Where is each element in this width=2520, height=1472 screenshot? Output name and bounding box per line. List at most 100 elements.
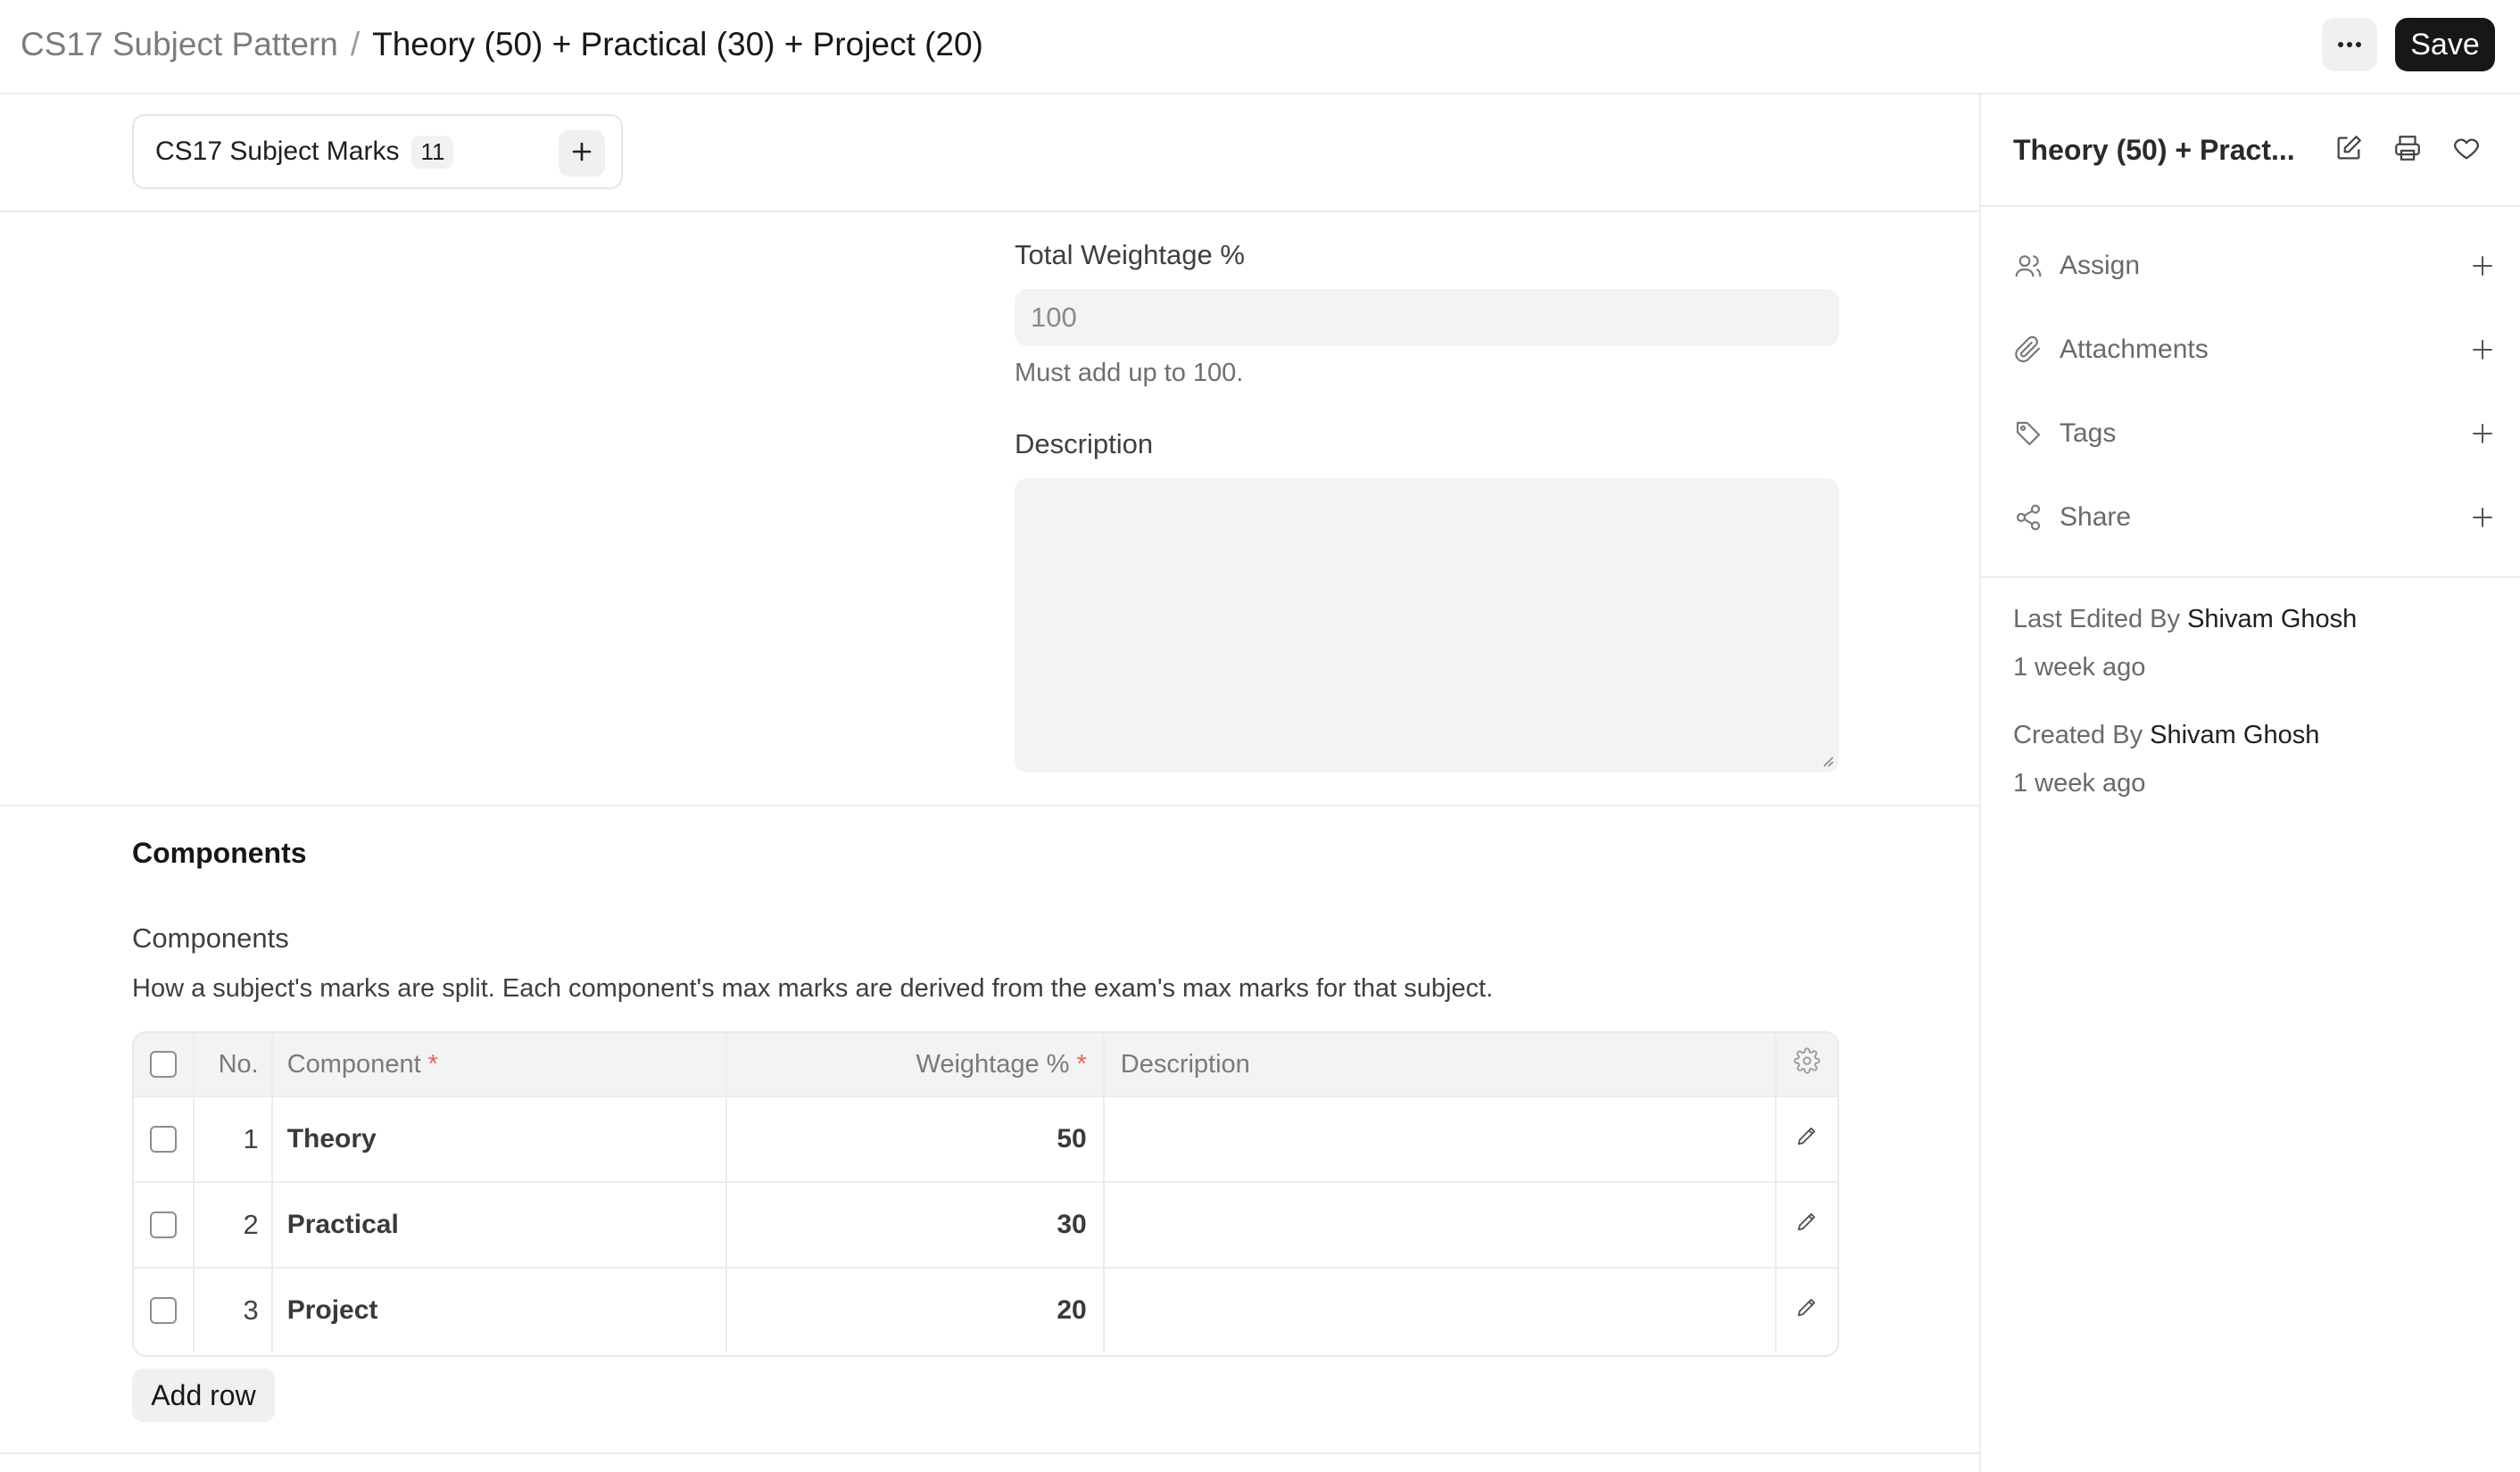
components-section-title: Components	[132, 837, 307, 869]
sidebar-item-label: Share	[2060, 502, 2132, 532]
ellipsis-icon	[2337, 37, 2362, 53]
sidebar-title: Theory (50) + Pract...	[2013, 134, 2295, 166]
description-cell[interactable]	[1105, 1269, 1778, 1352]
component-cell[interactable]: Theory	[273, 1097, 727, 1181]
component-cell[interactable]: Practical	[273, 1183, 727, 1267]
connection-count-badge: 11	[411, 135, 454, 169]
description-label: Description	[1015, 428, 1154, 459]
row-select-cell	[134, 1183, 195, 1267]
sidebar-item-assign[interactable]: Assign	[2013, 241, 2499, 291]
row-checkbox[interactable]	[149, 1212, 177, 1238]
last-edited-info: Last Edited By Shivam Ghosh	[2013, 605, 2357, 634]
row-select-cell	[134, 1097, 195, 1181]
users-icon	[2013, 251, 2043, 281]
last-edited-time: 1 week ago	[2013, 653, 2146, 682]
component-cell[interactable]: Project	[273, 1269, 727, 1352]
required-marker: *	[1076, 1049, 1087, 1079]
row-number: 2	[195, 1183, 273, 1267]
edit-icon	[2333, 133, 2364, 168]
total-weightage-help-text: Must add up to 100.	[1015, 359, 1244, 387]
page-title: Theory (50) + Practical (30) + Project (…	[372, 26, 983, 62]
connection-card[interactable]: CS17 Subject Marks 11	[132, 114, 623, 189]
description-cell[interactable]	[1105, 1097, 1778, 1181]
components-table-label: Components	[132, 922, 289, 954]
sidebar-divider	[1981, 576, 2520, 578]
row-checkbox[interactable]	[149, 1297, 177, 1324]
table-row[interactable]: 3 Project 20	[134, 1267, 1837, 1352]
printer-icon	[2392, 133, 2423, 168]
pencil-icon	[1795, 1123, 1820, 1155]
edit-title-button[interactable]	[2329, 130, 2368, 170]
weightage-cell[interactable]: 30	[727, 1183, 1105, 1267]
sidebar-item-label: Assign	[2060, 251, 2141, 280]
plus-icon	[570, 140, 593, 168]
sidebar: Theory (50) + Pract... Assign Attachment…	[1979, 95, 2520, 1472]
main-content: CS17 Subject Marks 11 Total Weightage % …	[0, 95, 1979, 1472]
breadcrumb-parent-link[interactable]: CS17 Subject Pattern	[21, 26, 338, 63]
gear-icon	[1794, 1047, 1820, 1081]
table-row[interactable]: 2 Practical 30	[134, 1181, 1837, 1267]
created-info: Created By Shivam Ghosh	[2013, 721, 2319, 750]
share-icon	[2013, 502, 2043, 533]
weightage-cell[interactable]: 20	[727, 1269, 1105, 1352]
created-time: 1 week ago	[2013, 769, 2146, 798]
sidebar-item-tags[interactable]: Tags	[2013, 409, 2499, 459]
tag-icon	[2013, 418, 2043, 449]
sidebar-item-share[interactable]: Share	[2013, 492, 2499, 542]
components-table-description: How a subject's marks are split. Each co…	[132, 974, 1494, 1003]
select-all-checkbox[interactable]	[149, 1051, 177, 1078]
weightage-cell[interactable]: 50	[727, 1097, 1105, 1181]
created-prefix: Created By	[2013, 721, 2143, 749]
total-weightage-input[interactable]: 100	[1015, 289, 1839, 346]
sidebar-divider	[1981, 205, 2520, 207]
section-divider	[0, 1452, 1979, 1454]
header-select-cell	[134, 1033, 195, 1096]
table-header-row: No. Component * Weightage % * Descriptio…	[134, 1033, 1837, 1096]
plus-icon[interactable]	[2466, 418, 2499, 450]
plus-icon[interactable]	[2466, 501, 2499, 533]
header-description[interactable]: Description	[1105, 1033, 1778, 1096]
edit-row-button[interactable]	[1777, 1183, 1837, 1267]
required-marker: *	[427, 1049, 438, 1079]
last-edited-by-link[interactable]: Shivam Ghosh	[2187, 605, 2357, 633]
plus-icon[interactable]	[2466, 250, 2499, 282]
header-no: No.	[195, 1033, 273, 1096]
more-actions-button[interactable]	[2322, 18, 2377, 71]
paperclip-icon	[2013, 335, 2043, 365]
row-select-cell	[134, 1269, 195, 1352]
header-weightage[interactable]: Weightage % *	[727, 1033, 1105, 1096]
resize-handle-icon[interactable]	[1820, 753, 1834, 767]
column-settings-button[interactable]	[1777, 1033, 1837, 1096]
breadcrumb: CS17 Subject Pattern / Theory (50) + Pra…	[21, 20, 983, 70]
row-number: 3	[195, 1269, 273, 1352]
heart-icon	[2451, 133, 2482, 168]
add-row-button[interactable]: Add row	[132, 1369, 275, 1422]
header-weightage-label: Weightage %	[916, 1049, 1070, 1079]
breadcrumb-separator: /	[350, 26, 361, 62]
row-checkbox[interactable]	[149, 1126, 177, 1153]
total-weightage-placeholder: 100	[1031, 302, 1077, 333]
connections-row: CS17 Subject Marks 11	[0, 95, 1979, 212]
row-number: 1	[195, 1097, 273, 1181]
section-divider	[0, 805, 1979, 806]
header-component[interactable]: Component *	[273, 1033, 727, 1096]
description-cell[interactable]	[1105, 1183, 1778, 1267]
like-button[interactable]	[2447, 130, 2486, 170]
save-button[interactable]: Save	[2395, 18, 2495, 71]
created-by-link[interactable]: Shivam Ghosh	[2150, 721, 2319, 749]
sidebar-item-label: Attachments	[2060, 335, 2209, 364]
connection-add-button[interactable]	[559, 130, 605, 177]
sidebar-item-attachments[interactable]: Attachments	[2013, 325, 2499, 375]
edit-row-button[interactable]	[1777, 1097, 1837, 1181]
pencil-icon	[1795, 1294, 1820, 1327]
plus-icon[interactable]	[2466, 334, 2499, 366]
top-bar: CS17 Subject Pattern / Theory (50) + Pra…	[0, 0, 2520, 95]
table-row[interactable]: 1 Theory 50	[134, 1096, 1837, 1181]
description-textarea[interactable]	[1015, 478, 1839, 773]
last-edited-prefix: Last Edited By	[2013, 605, 2180, 633]
print-button[interactable]	[2388, 130, 2427, 170]
connection-label[interactable]: CS17 Subject Marks	[155, 136, 399, 167]
components-table: No. Component * Weightage % * Descriptio…	[132, 1031, 1839, 1357]
edit-row-button[interactable]	[1777, 1269, 1837, 1352]
pencil-icon	[1795, 1209, 1820, 1241]
